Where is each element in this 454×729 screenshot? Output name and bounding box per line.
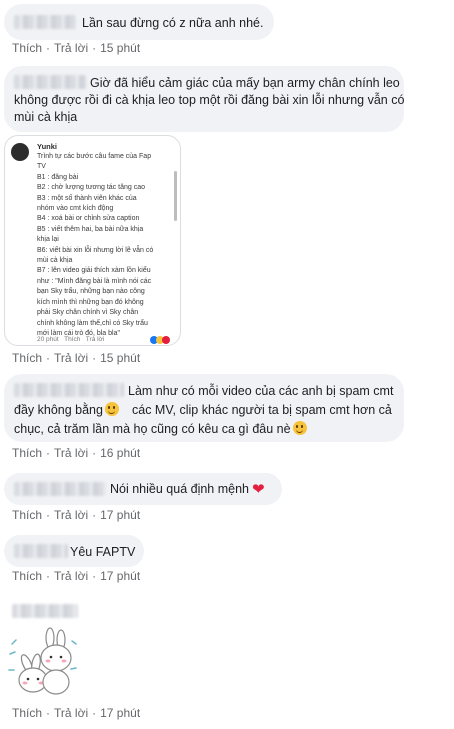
smile-emoji-icon [292,421,307,435]
screenshot-text: Trình tự các bước câu fame của Fap TV B1… [37,152,175,339]
smile-emoji-icon [104,402,119,416]
separator: · [46,508,51,522]
avatar [11,143,29,161]
author-name-blurred[interactable] [14,544,68,558]
screenshot-line: Trình tự các bước câu fame của Fap [37,153,152,160]
reaction-icons [150,336,172,344]
screenshot-line: B3 : một số thành viên khác của [37,194,137,202]
separator: · [46,569,51,583]
comment-actions-6: Thích · Trả lời · 17 phút [12,706,140,720]
screenshot-line: TV [37,163,46,171]
comment-text: Yêu FAPTV [70,545,136,559]
attached-screenshot[interactable]: Yunki Trình tự các bước câu fame của Fap… [4,135,181,346]
timestamp[interactable]: 16 phút [100,446,140,460]
reply-button[interactable]: Trả lời [54,508,88,522]
heart-emoji-icon: ❤ [252,481,265,498]
separator: · [92,446,97,460]
timestamp[interactable]: 15 phút [100,41,140,55]
screenshot-line: B6: viết bài xin lỗi nhưng lời lẽ vẫn có [37,246,154,254]
screenshot-line: B2 : chờ lượng tương tác tăng cao [37,184,145,192]
comment-line-with-emoji: đầy không bằng [14,402,119,418]
comment-bubble-4: Nói nhiều quá định mệnh ❤ [4,473,282,505]
author-name-blurred[interactable] [14,75,86,89]
comment-line: không được rồi đi cà khịa leo top một rồ… [14,93,405,107]
screenshot-line: mùi cà khịa [37,257,73,265]
screenshot-reply: Trả lời [85,336,105,343]
separator: · [46,351,51,365]
like-button[interactable]: Thích [12,41,42,55]
comment-bubble-5: Yêu FAPTV [4,535,144,567]
comment-actions-1: Thích · Trả lời · 15 phút [12,41,140,55]
comment-actions-4: Thích · Trả lời · 17 phút [12,508,140,522]
screenshot-line: kích mình thì những bạn đó không [37,298,144,306]
reply-button[interactable]: Trả lời [54,569,88,583]
bunny-sticker-icon [8,627,77,695]
screenshot-line: chính không làm thế,chỉ có Sky trẩu [37,319,148,327]
comment-bubble-3: Làm như có mỗi video của các anh bị spam… [4,374,404,442]
comment-line: mùi cà khịa [14,110,78,124]
separator: · [92,508,97,522]
like-button[interactable]: Thích [12,706,42,720]
author-name-blurred[interactable] [14,383,124,397]
author-name-blurred[interactable] [14,482,106,496]
screenshot-line: phải Sky chân chính vì Sky chân [37,309,139,317]
like-button[interactable]: Thích [12,351,42,365]
screenshot-line: B4 : xoá bài or chỉnh sửa caption [37,215,140,223]
timestamp[interactable]: 17 phút [100,706,140,720]
reply-button[interactable]: Trả lời [54,41,88,55]
screenshot-meta: 20 phút Thích Trả lời [37,336,104,343]
comment-actions-3: Thích · Trả lời · 16 phút [12,446,140,460]
screenshot-line: như : "Mình đăng bài là mình nói các [37,277,152,285]
comment-bubble-2: Giờ đã hiểu cảm giác của mấy bạn army ch… [4,66,404,132]
like-button[interactable]: Thích [12,446,42,460]
comment-text: Nói nhiều quá định mệnh [110,482,249,496]
scrollbar [174,171,177,221]
screenshot-line: bạn Sky trẩu, những bạn nào công [37,288,145,296]
screenshot-line: B1 : đăng bài [37,173,79,181]
comment-line-with-emoji: chục, cả trăm lần mà họ cũng có kêu ca g… [14,421,307,437]
author-name-blurred[interactable] [14,15,76,29]
separator: · [92,41,97,55]
separator: · [46,446,51,460]
separator: · [46,41,51,55]
reply-button[interactable]: Trả lời [54,706,88,720]
comment-actions-2: Thích · Trả lời · 15 phút [12,351,140,365]
comment-text: Lần sau đừng có z nữa anh nhé. [82,16,264,30]
comment-line: đầy không bằng [14,403,103,417]
separator: · [92,569,97,583]
screenshot-line: khịa lại [37,236,59,244]
screenshot-line: nhóm vào cmt kích động [37,205,114,213]
screenshot-time: 20 phút [37,336,59,343]
comment-bubble-1: Lần sau đừng có z nữa anh nhé. [4,4,274,40]
screenshot-line: B7 : lên video giải thích xàm lồn kiểu [37,267,151,275]
comment-line: chục, cả trăm lần mà họ cũng có kêu ca g… [14,422,291,436]
reply-button[interactable]: Trả lời [54,446,88,460]
comment-actions-5: Thích · Trả lời · 17 phút [12,569,140,583]
like-button[interactable]: Thích [12,569,42,583]
separator: · [92,706,97,720]
timestamp[interactable]: 17 phút [100,569,140,583]
comment-line: Giờ đã hiểu cảm giác của mấy bạn army ch… [90,76,400,90]
like-button[interactable]: Thích [12,508,42,522]
timestamp[interactable]: 17 phút [100,508,140,522]
timestamp[interactable]: 15 phút [100,351,140,365]
comment-line: Làm như có mỗi video của các anh bị spam… [128,384,394,398]
screenshot-like: Thích [64,336,81,343]
separator: · [46,706,51,720]
screenshot-author: Yunki [37,142,58,151]
screenshot-line: B5 : viết thêm hai, ba bài nữa khịa [37,225,144,233]
author-name-blurred[interactable] [12,604,78,618]
reply-button[interactable]: Trả lời [54,351,88,365]
comment-text-with-heart: Nói nhiều quá định mệnh ❤ [110,481,265,498]
bunny-sticker[interactable] [6,624,82,700]
separator: · [92,351,97,365]
comment-line: các MV, clip khác người ta bị spam cmt h… [132,403,392,417]
